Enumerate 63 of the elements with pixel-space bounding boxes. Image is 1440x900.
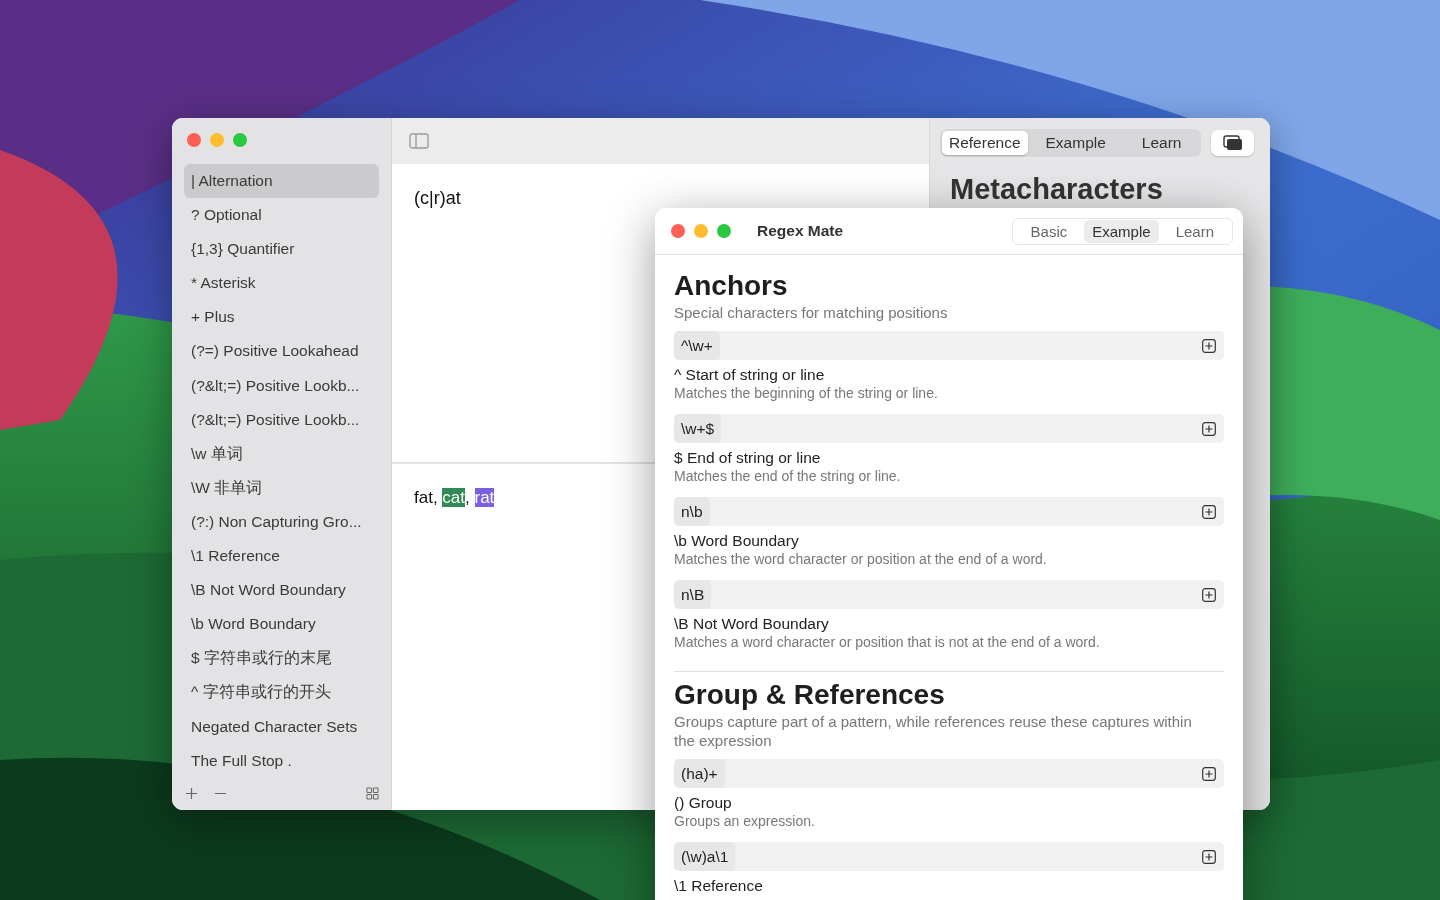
sidebar-item[interactable]: (?&lt;=) Positive Lookb... [184,368,379,403]
sidebar-item[interactable]: Negated Character Sets [184,709,379,744]
panel-title: Metacharacters [950,173,1164,206]
entry-description: Matches the end of the string or line. [674,467,902,485]
sidebar-item[interactable]: (?=) Positive Lookahead [184,334,379,369]
section-subtitle: Special characters for matching positions [674,303,949,322]
section-subtitle: Groups capture part of a pattern, while references reuse these captures within the expression [674,712,1193,750]
sidebar-item[interactable]: (?:) Non Capturing Gro... [184,504,379,540]
code-chip[interactable]: \w+$ [674,414,722,443]
entry-title: $ End of string or line [674,449,822,467]
sidebar-item[interactable]: The Full Stop . [184,743,379,778]
entry-description: Groups an expression. [674,812,816,830]
add-icon[interactable] [1202,849,1216,864]
entry-description: Matches the beginning of the string or line. [674,384,939,402]
sidebar-item[interactable]: ^ 字符串或行的开头 [184,675,379,710]
code-chip[interactable]: (ha)+ [674,759,725,788]
window-button[interactable] [1211,130,1255,156]
sidebar-toggle-icon[interactable] [409,133,429,149]
tab[interactable]: Reference [942,131,1028,155]
section-title: Anchors [674,269,789,303]
close-button[interactable] [671,224,685,238]
sidebar-item[interactable]: | Alternation [184,164,379,199]
sidebar-item[interactable]: + Plus [184,300,379,335]
add-icon[interactable] [1202,587,1216,602]
section-title: Group & References [674,678,946,712]
add-icon[interactable] [1202,338,1216,353]
code-chip[interactable]: n\b [674,497,710,526]
grid-icon[interactable] [366,787,379,800]
sidebar-item[interactable]: {1,3} Quantifier [184,232,379,267]
entry-title: ^ Start of string or line [674,366,826,384]
match-highlight: rat [474,488,495,507]
window-title: Regex Mate [757,222,844,240]
entry-title: () Group [674,794,733,812]
entry-description: Matches a word character or position that is not at the end of a word. [674,633,1101,651]
entry-title: \1 Reference [674,877,764,895]
close-button[interactable] [187,133,201,147]
sidebar-item[interactable]: ? Optional [184,198,379,233]
add-icon[interactable] [1202,504,1216,519]
sidebar-item[interactable]: * Asterisk [184,266,379,301]
add-icon[interactable] [1202,421,1216,436]
tab[interactable]: Learn [1158,219,1231,243]
add-icon[interactable] [1202,766,1216,781]
sidebar-item[interactable]: \b Word Boundary [184,607,379,642]
sidebar-item[interactable]: \w 单词 [184,436,379,471]
entry-title: \b Word Boundary [674,532,800,550]
entry-description: Matches the word character or position at the end of a word. [674,550,1048,568]
pattern-text[interactable]: (c|r)at [414,188,907,209]
tab[interactable]: Basic [1013,219,1085,243]
sidebar-item[interactable]: \1 Reference [184,539,379,574]
code-chip[interactable]: n\B [674,580,712,609]
tab[interactable]: Example [1027,131,1124,155]
sidebar-item[interactable]: \B Not Word Boundary [184,573,379,608]
sidebar-item[interactable]: \W 非单词 [184,470,379,505]
tab[interactable]: Learn [1123,131,1200,155]
match-highlight: cat [442,488,466,507]
tab[interactable]: Example [1084,219,1159,243]
sidebar-item[interactable]: (?&lt;=) Positive Lookb... [184,402,379,437]
test-text[interactable]: fat, cat, rat [414,488,495,508]
entry-title: \B Not Word Boundary [674,615,830,633]
code-chip[interactable]: (\w)a\1 [674,842,736,871]
sidebar-item[interactable]: $ 字符串或行的末尾 [184,641,379,676]
code-chip[interactable]: ^\w+ [674,331,720,360]
windows-icon [1223,135,1243,151]
